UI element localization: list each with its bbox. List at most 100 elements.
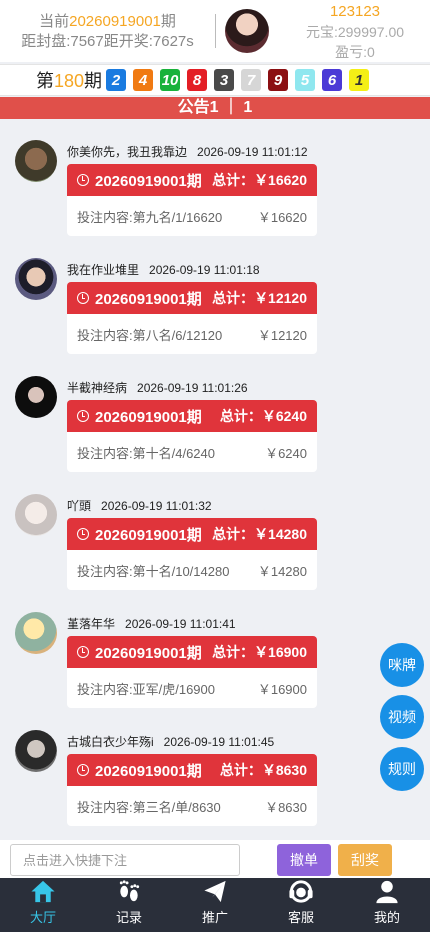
post-time: 2026-09-19 11:01:41 <box>125 617 236 631</box>
bet-card-header[interactable]: 20260919001期 总计：￥16900 <box>67 636 317 668</box>
bet-amount: ￥16620 <box>257 209 307 225</box>
clock-icon <box>77 764 89 776</box>
draw-ball: 9 <box>268 69 289 91</box>
bet-card-header[interactable]: 20260919001期 总计：￥6240 <box>67 400 317 432</box>
cancel-bet-button[interactable]: 撤单 <box>277 844 331 876</box>
draw-ball: 10 <box>160 69 181 91</box>
nav-service[interactable]: 客服 <box>258 878 344 932</box>
clock-icon <box>77 410 89 422</box>
bet-amount: ￥8630 <box>265 799 307 815</box>
bet-post: 吖頭 2026-09-19 11:01:32 20260919001期 总计：￥142… <box>0 473 430 593</box>
bet-card-body[interactable]: 投注内容:第九名/1/16620 ￥16620 <box>67 196 317 236</box>
bottom-nav: 大厅 记录 推广 客服 我的 <box>0 878 430 932</box>
notice-banner: 公告1 ｜ 1 <box>0 97 430 119</box>
bet-card-header[interactable]: 20260919001期 总计：￥8630 <box>67 754 317 786</box>
bet-card-body[interactable]: 投注内容:亚军/虎/16900 ￥16900 <box>67 668 317 708</box>
clock-icon <box>77 646 89 658</box>
poster-name: 你美你先，我丑我靠边 <box>67 145 188 159</box>
user-avatar[interactable] <box>225 9 269 53</box>
draw-ball: 2 <box>106 69 127 91</box>
bet-period: 20260919001期 <box>95 526 202 544</box>
bet-total: 总计：￥16900 <box>212 644 307 660</box>
bet-feed[interactable]: 你美你先，我丑我靠边 2026-09-19 11:01:12 20260919001… <box>0 119 430 840</box>
headset-icon <box>289 880 313 903</box>
post-meta: 古城白衣少年殇i 2026-09-19 11:01:45 <box>67 733 274 750</box>
nav-promote[interactable]: 推广 <box>172 878 258 932</box>
bet-content: 投注内容:第十名/4/6240 <box>77 445 215 461</box>
draw-ball: 1 <box>349 69 370 91</box>
draw-ball: 5 <box>295 69 316 91</box>
poster-avatar[interactable] <box>15 376 57 418</box>
nav-mine[interactable]: 我的 <box>344 878 430 932</box>
bet-content: 投注内容:第三名/单/8630 <box>77 799 221 815</box>
bet-amount: ￥16900 <box>257 681 307 697</box>
bet-post: 古城白衣少年殇i 2026-09-19 11:01:45 20260919001期 总… <box>0 709 430 829</box>
draw-ball: 6 <box>322 69 343 91</box>
nav-records[interactable]: 记录 <box>86 878 172 932</box>
current-suffix: 期 <box>160 13 176 30</box>
current-prefix: 当前 <box>39 13 70 30</box>
user-icon <box>376 880 398 904</box>
clock-icon <box>77 292 89 304</box>
draw-ball: 3 <box>214 69 235 91</box>
countdown: 距封盘:7567距开奖:7627s <box>21 33 194 50</box>
poster-name: 古城白衣少年殇i <box>67 735 154 749</box>
bet-card-header[interactable]: 20260919001期 总计：￥14280 <box>67 518 317 550</box>
quick-bet-input[interactable] <box>10 844 240 876</box>
bet-content: 投注内容:第十名/10/14280 <box>77 563 230 579</box>
bet-content: 投注内容:第九名/1/16620 <box>77 209 223 225</box>
balance: 元宝:299997.00 <box>305 24 405 40</box>
footprint-icon <box>119 880 140 902</box>
current-issue: 20260919001 <box>69 13 161 30</box>
post-meta: 堇落年华 2026-09-19 11:01:41 <box>67 615 236 632</box>
poster-avatar[interactable] <box>15 730 57 772</box>
video-button[interactable]: 视频 <box>380 695 424 739</box>
bet-total: 总计：￥6240 <box>219 408 307 424</box>
header: 当前20260919001期 距封盘:7567距开奖:7627s 123123 … <box>0 0 430 62</box>
poster-name: 吖頭 <box>67 499 92 513</box>
post-time: 2026-09-19 11:01:45 <box>163 735 275 749</box>
bet-card-header[interactable]: 20260919001期 总计：￥12120 <box>67 282 317 314</box>
post-meta: 半截神经病 2026-09-19 11:01:26 <box>67 379 248 396</box>
poster-avatar[interactable] <box>15 140 57 182</box>
bet-total: 总计：￥12120 <box>212 290 307 306</box>
bet-post: 我在作业堆里 2026-09-19 11:01:18 20260919001期 总计：… <box>0 237 430 357</box>
bet-period: 20260919001期 <box>95 172 202 190</box>
mipai-button[interactable]: 咪牌 <box>380 643 424 687</box>
scratch-button[interactable]: 刮奖 <box>338 844 392 876</box>
bet-card-body[interactable]: 投注内容:第八名/6/12120 ￥12120 <box>67 314 317 354</box>
draw-ball: 8 <box>187 69 208 91</box>
draw-label: 第180期 <box>36 71 103 91</box>
bet-period: 20260919001期 <box>95 762 202 780</box>
bet-post: 半截神经病 2026-09-19 11:01:26 20260919001期 总计：￥… <box>0 355 430 475</box>
bet-period: 20260919001期 <box>95 644 202 662</box>
rules-button[interactable]: 规则 <box>380 747 424 791</box>
draw-results: 第180期 2 4 10 8 3 7 9 5 6 1 <box>0 64 430 96</box>
bet-card-body[interactable]: 投注内容:第三名/单/8630 ￥8630 <box>67 786 317 826</box>
bet-amount: ￥12120 <box>257 327 307 343</box>
poster-avatar[interactable] <box>15 612 57 654</box>
draw-number: 180 <box>54 71 85 91</box>
clock-icon <box>77 528 89 540</box>
bet-content: 投注内容:亚军/虎/16900 <box>77 681 215 697</box>
bet-period: 20260919001期 <box>95 290 202 308</box>
poster-avatar[interactable] <box>15 494 57 536</box>
header-divider <box>215 14 216 48</box>
post-meta: 吖頭 2026-09-19 11:01:32 <box>67 497 212 514</box>
bet-post: 堇落年华 2026-09-19 11:01:41 20260919001期 总计：￥1… <box>0 591 430 711</box>
bet-total: 总计：￥14280 <box>212 526 307 542</box>
bet-content: 投注内容:第八名/6/12120 <box>77 327 223 343</box>
account-info: 123123 元宝:299997.00 盈亏:0 <box>280 2 430 62</box>
bet-card-header[interactable]: 20260919001期 总计：￥16620 <box>67 164 317 196</box>
post-time: 2026-09-19 11:01:12 <box>197 145 308 159</box>
post-time: 2026-09-19 11:01:26 <box>137 381 248 395</box>
bet-card-body[interactable]: 投注内容:第十名/4/6240 ￥6240 <box>67 432 317 472</box>
nav-hall[interactable]: 大厅 <box>0 878 86 932</box>
username: 123123 <box>329 3 381 20</box>
poster-avatar[interactable] <box>15 258 57 300</box>
clock-icon <box>77 174 89 186</box>
issue-info: 当前20260919001期 距封盘:7567距开奖:7627s <box>0 12 215 52</box>
bet-card-body[interactable]: 投注内容:第十名/10/14280 ￥14280 <box>67 550 317 590</box>
poster-name: 我在作业堆里 <box>67 263 140 277</box>
paper-plane-icon <box>204 880 226 903</box>
